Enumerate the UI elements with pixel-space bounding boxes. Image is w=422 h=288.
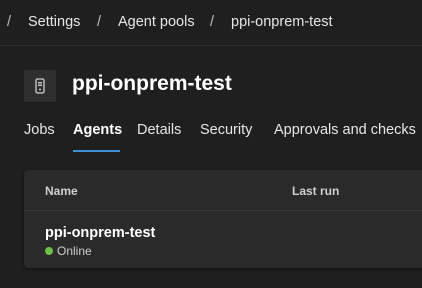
tab-jobs[interactable]: Jobs [24,121,55,139]
agent-pool-icon [24,70,56,102]
breadcrumb-separator: / [7,14,12,30]
agents-table: Name Last run ppi-onprem-test Online [24,170,422,268]
table-header: Name Last run [24,170,422,211]
tab-agents[interactable]: Agents [73,121,122,139]
page-title: ppi-onprem-test [72,72,232,95]
breadcrumb-separator: / [210,14,215,30]
agent-pool-page: / Settings / Agent pools / ppi-onprem-te… [0,0,422,288]
tab-details[interactable]: Details [137,121,181,139]
tab-security[interactable]: Security [200,121,252,139]
breadcrumb-current-pool[interactable]: ppi-onprem-test [231,14,333,30]
status-text: Online [57,244,92,258]
breadcrumb-settings[interactable]: Settings [28,14,80,30]
column-header-name[interactable]: Name [45,184,78,198]
breadcrumb-separator: / [97,14,102,30]
column-header-last-run[interactable]: Last run [292,184,339,198]
breadcrumb-agent-pools[interactable]: Agent pools [118,14,195,30]
active-tab-indicator [73,150,120,152]
status-online-icon [45,247,53,255]
breadcrumb: / Settings / Agent pools / ppi-onprem-te… [0,0,422,46]
agent-status: Online [45,244,92,258]
tab-approvals-and-checks[interactable]: Approvals and checks [274,121,416,139]
agent-name[interactable]: ppi-onprem-test [45,225,155,241]
